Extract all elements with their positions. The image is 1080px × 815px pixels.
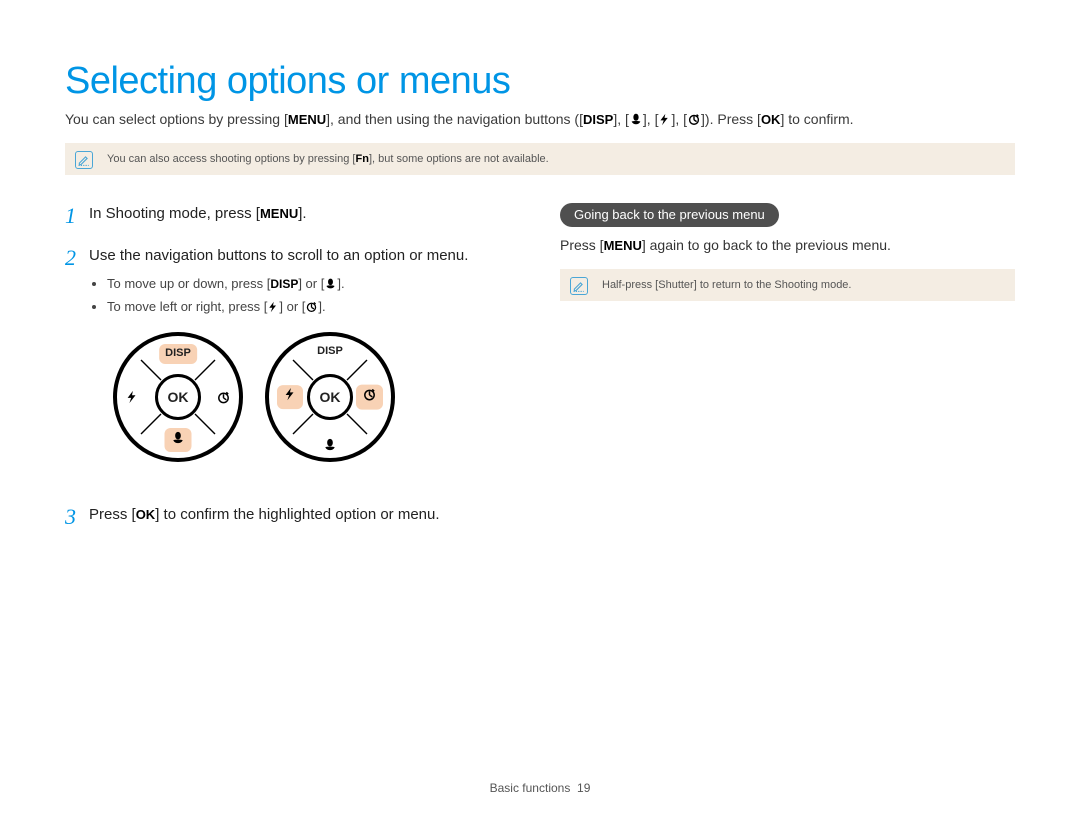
sub-seg: ]. xyxy=(337,276,344,291)
note-box: You can also access shooting options by … xyxy=(65,143,1015,175)
note-icon xyxy=(570,277,588,295)
timer-icon xyxy=(216,390,231,405)
menu-label: MENU xyxy=(288,112,326,127)
step-number: 1 xyxy=(65,203,89,227)
step-seg: ] to confirm the highlighted option or m… xyxy=(155,506,439,523)
right-column: Going back to the previous menu Press [M… xyxy=(560,203,1015,546)
dial-top: DISP xyxy=(317,344,343,360)
note-seg: Half-press [ xyxy=(602,279,658,291)
right-seg: ] again to go back to the previous menu. xyxy=(642,237,891,253)
note-seg: ] to return to the Shooting mode. xyxy=(694,279,852,291)
disp-label: DISP xyxy=(159,344,197,364)
shutter-label: Shutter xyxy=(658,279,693,291)
sub-item: To move up or down, press [DISP] or []. xyxy=(107,275,468,294)
macro-icon xyxy=(324,277,337,290)
footer-section: Basic functions xyxy=(490,781,571,795)
menu-label: MENU xyxy=(260,206,298,221)
timer-icon xyxy=(305,300,318,313)
intro-text: You can select options by pressing [MENU… xyxy=(65,111,1015,127)
dial-center-ok: OK xyxy=(307,374,353,420)
flash-icon xyxy=(283,388,297,402)
fn-label: Fn xyxy=(355,153,368,165)
dial-right xyxy=(216,390,231,405)
intro-seg: ], and then using the navigation buttons… xyxy=(326,111,583,127)
macro-icon xyxy=(171,430,186,445)
intro-seg: ], [ xyxy=(613,111,629,127)
sub-seg: ] or [ xyxy=(298,276,324,291)
dial-top: DISP xyxy=(159,344,197,364)
dial-left xyxy=(277,386,303,410)
disp-label: DISP xyxy=(270,277,298,291)
dial-bottom xyxy=(165,428,192,453)
intro-seg: ] to confirm. xyxy=(780,111,853,127)
section-pill: Going back to the previous menu xyxy=(560,203,779,227)
sub-seg: To move left or right, press [ xyxy=(107,299,267,314)
step-seg: Press [ xyxy=(89,506,136,523)
dial-leftright: DISP OK xyxy=(265,332,395,462)
step-number: 3 xyxy=(65,504,89,528)
step-seg: In Shooting mode, press [ xyxy=(89,205,260,222)
ok-label: OK xyxy=(761,112,781,127)
flash-icon xyxy=(267,301,279,313)
page-footer: Basic functions 19 xyxy=(0,781,1080,795)
dial-left xyxy=(125,390,139,404)
macro-icon xyxy=(323,437,338,452)
step-2: 2 Use the navigation buttons to scroll t… xyxy=(65,245,520,486)
left-column: 1 In Shooting mode, press [MENU]. 2 Use … xyxy=(65,203,520,546)
dial-bottom xyxy=(323,437,338,452)
intro-seg: ], [ xyxy=(643,111,659,127)
macro-icon xyxy=(629,112,643,126)
dial-center-ok: OK xyxy=(155,374,201,420)
timer-icon xyxy=(687,112,701,126)
disp-label: DISP xyxy=(583,112,613,127)
step-seg: Use the navigation buttons to scroll to … xyxy=(89,247,468,264)
step-1: 1 In Shooting mode, press [MENU]. xyxy=(65,203,520,227)
note-seg: ], but some options are not available. xyxy=(369,153,549,165)
flash-icon xyxy=(658,113,671,126)
page-title: Selecting options or menus xyxy=(65,60,1015,103)
flash-icon xyxy=(125,390,139,404)
step-number: 2 xyxy=(65,245,89,486)
intro-seg: ], [ xyxy=(671,111,687,127)
menu-label: MENU xyxy=(604,238,642,253)
sub-seg: To move up or down, press [ xyxy=(107,276,270,291)
sub-seg: ]. xyxy=(318,299,325,314)
dial-right xyxy=(356,385,383,410)
note-icon xyxy=(75,151,93,169)
note-box: Half-press [Shutter] to return to the Sh… xyxy=(560,269,1015,301)
footer-page: 19 xyxy=(577,781,590,795)
right-text: Press [MENU] again to go back to the pre… xyxy=(560,237,1015,253)
sub-seg: ] or [ xyxy=(279,299,305,314)
timer-icon xyxy=(362,387,377,402)
note-seg: You can also access shooting options by … xyxy=(107,153,355,165)
dial-updown: DISP OK xyxy=(113,332,243,462)
intro-seg: You can select options by pressing [ xyxy=(65,111,288,127)
sub-item: To move left or right, press [ ] or []. xyxy=(107,298,468,317)
step-seg: ]. xyxy=(298,205,306,222)
intro-seg: ]). Press [ xyxy=(701,111,761,127)
dial-diagrams: DISP OK xyxy=(113,332,468,462)
ok-label: OK xyxy=(136,507,156,522)
step-3: 3 Press [OK] to confirm the highlighted … xyxy=(65,504,520,528)
right-seg: Press [ xyxy=(560,237,604,253)
